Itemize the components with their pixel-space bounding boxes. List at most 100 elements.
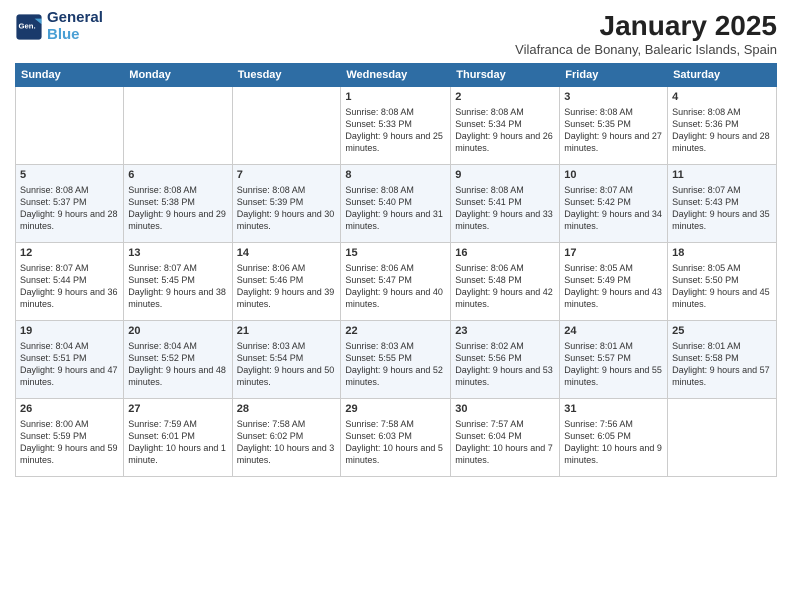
- sunrise-text: Sunrise: 7:57 AM: [455, 419, 524, 429]
- sunset-text: Sunset: 6:04 PM: [455, 431, 522, 441]
- sunrise-text: Sunrise: 8:01 AM: [564, 341, 633, 351]
- calendar-cell: 2Sunrise: 8:08 AMSunset: 5:34 PMDaylight…: [451, 87, 560, 165]
- daylight-text: Daylight: 10 hours and 7 minutes.: [455, 443, 553, 465]
- calendar-cell: 18Sunrise: 8:05 AMSunset: 5:50 PMDayligh…: [668, 243, 777, 321]
- calendar-cell: [124, 87, 232, 165]
- calendar-cell: 8Sunrise: 8:08 AMSunset: 5:40 PMDaylight…: [341, 165, 451, 243]
- sunrise-text: Sunrise: 7:58 AM: [237, 419, 306, 429]
- daylight-text: Daylight: 9 hours and 57 minutes.: [672, 365, 770, 387]
- svg-text:Gen.: Gen.: [19, 21, 36, 30]
- logo: Gen. General Blue: [15, 10, 103, 43]
- calendar-cell: 14 Sunrise: 8:06 AM Sunset: 5:46 PM Dayligh…: [232, 243, 341, 321]
- title-section: January 2025 Vilafranca de Bonany, Balea…: [515, 10, 777, 57]
- location-title: Vilafranca de Bonany, Balearic Islands, …: [515, 42, 777, 57]
- calendar-cell: 10Sunrise: 8:07 AMSunset: 5:42 PMDayligh…: [560, 165, 668, 243]
- day-number: 9: [455, 168, 555, 183]
- daylight-text: Daylight: 9 hours and 59 minutes.: [20, 443, 118, 465]
- sunset-text: Sunset: 5:42 PM: [564, 197, 631, 207]
- weekday-header-tuesday: Tuesday: [232, 64, 341, 87]
- sunrise-text: Sunrise: 8:08 AM: [345, 185, 414, 195]
- daylight-text: Daylight: 9 hours and 28 minutes.: [20, 209, 118, 231]
- calendar-cell: 19Sunrise: 8:04 AMSunset: 5:51 PMDayligh…: [16, 321, 124, 399]
- calendar-cell: 20 Sunrise: 8:04 AM Sunset: 5:52 PM Dayligh…: [124, 321, 232, 399]
- calendar-table: SundayMondayTuesdayWednesdayThursdayFrid…: [15, 63, 777, 477]
- sunset-text: Sunset: 5:59 PM: [20, 431, 87, 441]
- daylight-text: Daylight: 10 hours and 9 minutes.: [564, 443, 662, 465]
- sunset-text: Sunset: 5:41 PM: [455, 197, 522, 207]
- header-row: Gen. General Blue January 2025 Vilafranc…: [15, 10, 777, 57]
- sunset-text: Sunset: 5:40 PM: [345, 197, 412, 207]
- sunrise-text: Sunrise: 8:08 AM: [455, 107, 524, 117]
- sunset-text: Sunset: 5:39 PM: [237, 197, 304, 207]
- sunset-text: Sunset: 5:47 PM: [345, 275, 412, 285]
- calendar-cell: 13Sunrise: 8:07 AMSunset: 5:45 PMDayligh…: [124, 243, 232, 321]
- daylight-text: Daylight: 9 hours and 27 minutes.: [564, 131, 662, 153]
- sunset-text: Sunset: 5:49 PM: [564, 275, 631, 285]
- sunrise-text: Sunrise: 8:05 AM: [564, 263, 633, 273]
- daylight-text: Daylight: 9 hours and 26 minutes.: [455, 131, 553, 153]
- weekday-header-saturday: Saturday: [668, 64, 777, 87]
- daylight-text: Daylight: 9 hours and 53 minutes.: [455, 365, 553, 387]
- logo-line2: Blue: [47, 27, 103, 44]
- day-number: 31: [564, 402, 663, 417]
- daylight-text: Daylight: 10 hours and 3 minutes.: [237, 443, 335, 465]
- sunrise-text: Sunrise: 8:06 AM: [237, 263, 306, 273]
- day-number: 7: [237, 168, 337, 183]
- sunset-text: Sunset: 5:50 PM: [672, 275, 739, 285]
- day-number: 21: [237, 324, 337, 339]
- calendar-cell: 26Sunrise: 8:00 AMSunset: 5:59 PMDayligh…: [16, 399, 124, 477]
- calendar-cell: [16, 87, 124, 165]
- day-number: 28: [237, 402, 337, 417]
- weekday-header-sunday: Sunday: [16, 64, 124, 87]
- day-number: 23: [455, 324, 555, 339]
- calendar-cell: 3Sunrise: 8:08 AMSunset: 5:35 PMDaylight…: [560, 87, 668, 165]
- daylight-text: Daylight: 9 hours and 47 minutes.: [20, 365, 118, 387]
- calendar-cell: 4Sunrise: 8:08 AMSunset: 5:36 PMDaylight…: [668, 87, 777, 165]
- day-number: 17: [564, 246, 663, 261]
- sunrise-text: Sunrise: 8:08 AM: [345, 107, 414, 117]
- sunset-text: Sunset: 6:03 PM: [345, 431, 412, 441]
- day-number: 11: [672, 168, 772, 183]
- sunrise-text: Sunrise: 7:58 AM: [345, 419, 414, 429]
- day-number: 20: [128, 324, 227, 339]
- daylight-text: Daylight: 9 hours and 48 minutes.: [128, 365, 226, 387]
- day-number: 27: [128, 402, 227, 417]
- calendar-cell: 23Sunrise: 8:02 AMSunset: 5:56 PMDayligh…: [451, 321, 560, 399]
- week-row-4: 19Sunrise: 8:04 AMSunset: 5:51 PMDayligh…: [16, 321, 777, 399]
- day-number: 26: [20, 402, 119, 417]
- week-row-5: 26Sunrise: 8:00 AMSunset: 5:59 PMDayligh…: [16, 399, 777, 477]
- sunrise-text: Sunrise: 8:06 AM: [455, 263, 524, 273]
- calendar-cell: 15Sunrise: 8:06 AMSunset: 5:47 PMDayligh…: [341, 243, 451, 321]
- sunset-text: Sunset: 5:46 PM: [237, 275, 304, 285]
- sunrise-text: Sunrise: 7:56 AM: [564, 419, 633, 429]
- sunrise-text: Sunrise: 8:08 AM: [455, 185, 524, 195]
- sunrise-text: Sunrise: 8:04 AM: [128, 341, 197, 351]
- daylight-text: Daylight: 10 hours and 1 minute.: [128, 443, 226, 465]
- sunrise-text: Sunrise: 8:07 AM: [128, 263, 197, 273]
- calendar-cell: 30Sunrise: 7:57 AMSunset: 6:04 PMDayligh…: [451, 399, 560, 477]
- weekday-header-thursday: Thursday: [451, 64, 560, 87]
- calendar-cell: 21Sunrise: 8:03 AMSunset: 5:54 PMDayligh…: [232, 321, 341, 399]
- sunrise-text: Sunrise: 8:08 AM: [564, 107, 633, 117]
- day-number: 8: [345, 168, 446, 183]
- day-number: 14: [237, 246, 337, 261]
- sunrise-text: Sunrise: 8:08 AM: [128, 185, 197, 195]
- sunset-text: Sunset: 5:51 PM: [20, 353, 87, 363]
- sunset-text: Sunset: 5:52 PM: [128, 353, 195, 363]
- calendar-cell: 1Sunrise: 8:08 AMSunset: 5:33 PMDaylight…: [341, 87, 451, 165]
- sunrise-text: Sunrise: 8:03 AM: [237, 341, 306, 351]
- day-number: 5: [20, 168, 119, 183]
- calendar-cell: 24Sunrise: 8:01 AMSunset: 5:57 PMDayligh…: [560, 321, 668, 399]
- day-number: 2: [455, 90, 555, 105]
- weekday-header-monday: Monday: [124, 64, 232, 87]
- day-number: 6: [128, 168, 227, 183]
- daylight-text: Daylight: 9 hours and 33 minutes.: [455, 209, 553, 231]
- daylight-text: Daylight: 9 hours and 39 minutes.: [237, 287, 335, 309]
- weekday-header-row: SundayMondayTuesdayWednesdayThursdayFrid…: [16, 64, 777, 87]
- sunset-text: Sunset: 5:57 PM: [564, 353, 631, 363]
- sunrise-text: Sunrise: 8:03 AM: [345, 341, 414, 351]
- week-row-2: 5Sunrise: 8:08 AMSunset: 5:37 PMDaylight…: [16, 165, 777, 243]
- daylight-text: Daylight: 9 hours and 25 minutes.: [345, 131, 443, 153]
- day-number: 29: [345, 402, 446, 417]
- sunset-text: Sunset: 5:54 PM: [237, 353, 304, 363]
